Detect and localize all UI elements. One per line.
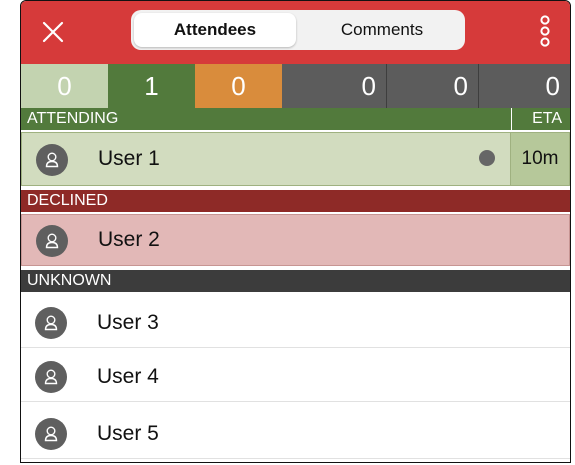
more-button[interactable] bbox=[538, 13, 552, 49]
attendee-row[interactable]: User 1 10m bbox=[21, 132, 570, 186]
count-attending[interactable]: 1 bbox=[108, 64, 195, 108]
count-none[interactable]: 0 bbox=[21, 64, 108, 108]
segmented-control: Attendees Comments bbox=[131, 10, 465, 50]
user-icon bbox=[44, 369, 58, 385]
section-header-unknown: UNKNOWN bbox=[21, 270, 570, 292]
avatar bbox=[36, 144, 68, 176]
user-icon bbox=[45, 233, 59, 249]
eta-column-header: ETA bbox=[511, 108, 570, 130]
avatar bbox=[35, 361, 67, 393]
close-button[interactable] bbox=[35, 14, 71, 50]
attendee-row[interactable]: User 5 bbox=[21, 409, 570, 459]
close-icon bbox=[42, 21, 64, 43]
count-maybe[interactable]: 0 bbox=[195, 64, 282, 108]
attendee-row[interactable]: User 2 bbox=[21, 214, 570, 266]
section-title: UNKNOWN bbox=[27, 272, 112, 289]
status-counts-bar: 0 1 0 0 0 0 bbox=[21, 64, 570, 108]
tab-comments[interactable]: Comments bbox=[301, 13, 463, 47]
count-declined[interactable]: 0 bbox=[282, 64, 386, 108]
section-title: ATTENDING bbox=[27, 110, 119, 127]
avatar bbox=[35, 418, 67, 450]
avatar bbox=[35, 307, 67, 339]
tab-attendees[interactable]: Attendees bbox=[134, 13, 296, 47]
top-bar: Attendees Comments bbox=[21, 1, 570, 64]
event-attendees-screen: Attendees Comments 0 1 0 0 0 0 ATTENDING… bbox=[20, 0, 571, 463]
user-name: User 2 bbox=[98, 228, 160, 251]
user-name: User 4 bbox=[97, 365, 159, 388]
attendee-row[interactable]: User 3 bbox=[21, 298, 570, 348]
avatar bbox=[36, 225, 68, 257]
status-dot bbox=[479, 150, 495, 166]
user-icon bbox=[45, 152, 59, 168]
user-name: User 3 bbox=[97, 311, 159, 334]
section-header-declined: DECLINED bbox=[21, 190, 570, 212]
attendee-row[interactable]: User 4 bbox=[21, 352, 570, 402]
count-other[interactable]: 0 bbox=[478, 64, 570, 108]
user-name: User 1 bbox=[98, 147, 160, 170]
eta-value: 10m bbox=[510, 133, 569, 185]
user-icon bbox=[44, 315, 58, 331]
section-title: DECLINED bbox=[27, 192, 108, 209]
more-vertical-icon bbox=[540, 15, 550, 47]
user-name: User 5 bbox=[97, 422, 159, 445]
section-header-attending: ATTENDING ETA bbox=[21, 108, 570, 130]
count-unknown[interactable]: 0 bbox=[386, 64, 478, 108]
user-icon bbox=[44, 426, 58, 442]
